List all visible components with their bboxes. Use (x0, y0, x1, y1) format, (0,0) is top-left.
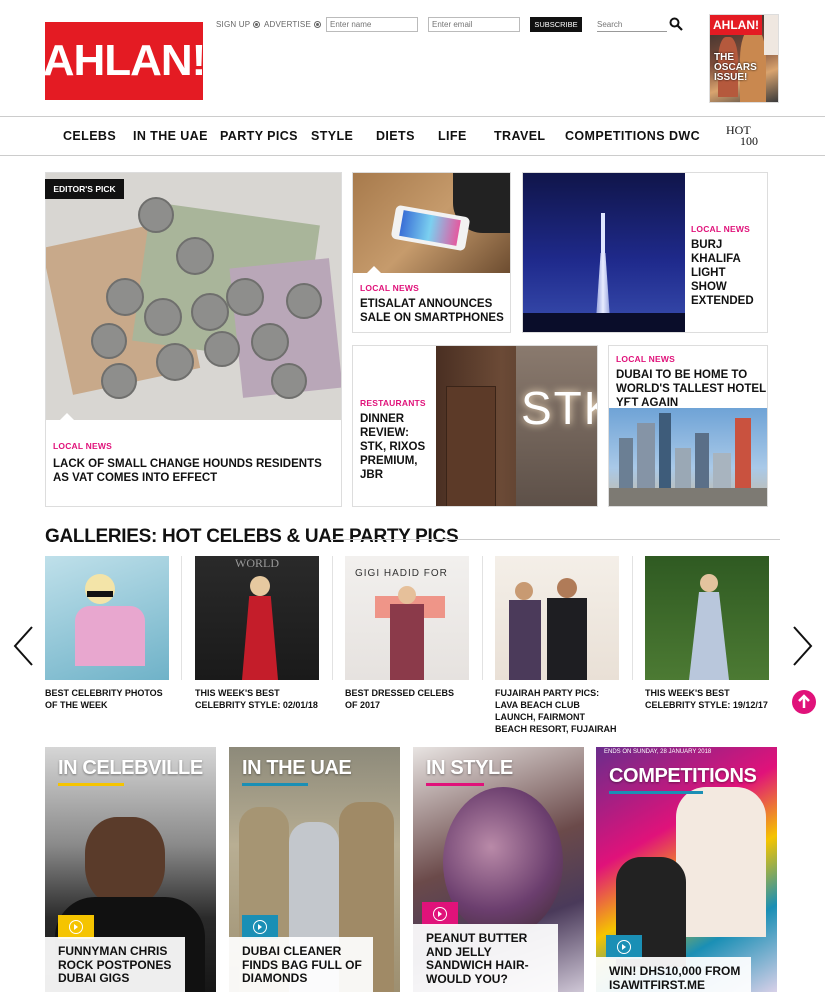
advertise-label[interactable]: ADVERTISE (264, 20, 311, 29)
gallery-prev-arrow-icon[interactable] (12, 625, 36, 667)
section-accent-bar (58, 783, 124, 786)
nav-competitions[interactable]: COMPETITIONS (565, 129, 665, 143)
gallery-item[interactable]: GIGI HADID FOR BEST DRESSED CELEBS OF 20… (345, 556, 469, 711)
story-card-vat[interactable]: LOCAL NEWS LACK OF SMALL CHANGE HOUNDS R… (45, 172, 342, 507)
play-icon[interactable] (58, 915, 94, 939)
gallery-image (645, 556, 769, 680)
section-accent-bar (609, 791, 703, 794)
section-title: IN THE UAE (242, 757, 352, 779)
advertise-link[interactable]: ADVERTISE (264, 20, 321, 29)
subscribe-button[interactable]: SUBSCRIBE (530, 17, 582, 32)
search-icon[interactable] (669, 17, 683, 31)
gallery-sign: GIGI HADID FOR (355, 568, 448, 579)
hot-number: 100 (740, 134, 758, 148)
story-category: LOCAL NEWS (53, 441, 112, 451)
section-accent-bar (242, 783, 308, 786)
arrow-circle-icon (253, 21, 261, 28)
name-input[interactable] (326, 17, 418, 32)
section-title: IN CELEBVILLE (58, 757, 203, 779)
story-category: LOCAL NEWS (691, 224, 750, 234)
nav-life[interactable]: LIFE (438, 129, 467, 143)
gallery-caption[interactable]: THIS WEEK'S BEST CELEBRITY STYLE: 02/01/… (195, 687, 319, 711)
gallery-image: WORLD (195, 556, 319, 680)
story-headline[interactable]: LACK OF SMALL CHANGE HOUNDS RESIDENTS AS… (53, 457, 333, 485)
section-celebville[interactable]: IN CELEBVILLE FUNNYMAN CHRIS ROCK POSTPO… (45, 747, 216, 992)
gallery-image (45, 556, 169, 680)
section-style[interactable]: IN STYLE PEANUT BUTTER AND JELLY SANDWIC… (413, 747, 584, 992)
nav-diets[interactable]: DIETS (376, 129, 415, 143)
gallery-caption[interactable]: BEST DRESSED CELEBS OF 2017 (345, 687, 469, 711)
signup-link[interactable]: SIGN UP (216, 20, 261, 29)
main-nav: CELEBS IN THE UAE PARTY PICS STYLE DIETS… (0, 116, 825, 156)
galleries-divider (330, 539, 780, 540)
story-category: RESTAURANTS (360, 398, 426, 408)
nav-travel[interactable]: TRAVEL (494, 129, 545, 143)
search-input[interactable] (597, 17, 667, 32)
play-icon[interactable] (606, 935, 642, 959)
gallery-item[interactable]: BEST CELEBRITY PHOTOS OF THE WEEK (45, 556, 169, 711)
story-image-phone (353, 173, 510, 273)
section-headline[interactable]: PEANUT BUTTER AND JELLY SANDWICH HAIR-WO… (413, 924, 558, 992)
story-image-stk: STK (436, 346, 597, 506)
magazine-cover[interactable]: AHLAN! THE OSCARS ISSUE! (709, 14, 779, 103)
nav-party-pics[interactable]: PARTY PICS (220, 129, 298, 143)
arrow-up-icon (798, 694, 810, 708)
story-image-skyline (609, 408, 767, 506)
section-uae[interactable]: IN THE UAE DUBAI CLEANER FINDS BAG FULL … (229, 747, 400, 992)
gallery-image (495, 556, 619, 680)
story-category: LOCAL NEWS (360, 283, 419, 293)
section-title: COMPETITIONS (609, 765, 757, 787)
gallery-item[interactable]: THIS WEEK'S BEST CELEBRITY STYLE: 19/12/… (645, 556, 769, 711)
section-headline[interactable]: WIN! DHS10,000 FROM ISAWITFIRST.ME (596, 957, 751, 992)
story-category: LOCAL NEWS (616, 354, 675, 364)
gallery-caption[interactable]: THIS WEEK'S BEST CELEBRITY STYLE: 19/12/… (645, 687, 769, 711)
editors-pick-badge: EDITOR'S PICK (45, 179, 124, 199)
nav-hot-100[interactable]: HOT 100 (726, 124, 758, 148)
nav-in-the-uae[interactable]: IN THE UAE (133, 129, 208, 143)
gallery-caption[interactable]: BEST CELEBRITY PHOTOS OF THE WEEK (45, 687, 169, 711)
signup-label[interactable]: SIGN UP (216, 20, 250, 29)
nav-style[interactable]: STYLE (311, 129, 353, 143)
cover-logo: AHLAN! (710, 15, 762, 35)
section-headline[interactable]: FUNNYMAN CHRIS ROCK POSTPONES DUBAI GIGS (45, 937, 185, 992)
story-card-etisalat[interactable]: LOCAL NEWS ETISALAT ANNOUNCES SALE ON SM… (352, 172, 511, 333)
section-headline[interactable]: DUBAI CLEANER FINDS BAG FULL OF DIAMONDS (229, 937, 373, 992)
galleries-title: GALLERIES: HOT CELEBS & UAE PARTY PICS (45, 526, 459, 547)
gallery-caption[interactable]: FUJAIRAH PARTY PICS: LAVA BEACH CLUB LAU… (495, 687, 619, 735)
story-image-burj (523, 173, 685, 332)
section-competitions[interactable]: ENDS ON SUNDAY, 28 JANUARY 2018 COMPETIT… (596, 747, 777, 992)
email-input[interactable] (428, 17, 520, 32)
story-headline[interactable]: ETISALAT ANNOUNCES SALE ON SMARTPHONES (360, 297, 505, 325)
play-icon[interactable] (422, 902, 458, 926)
gallery-item[interactable]: FUJAIRAH PARTY PICS: LAVA BEACH CLUB LAU… (495, 556, 619, 735)
nav-celebs[interactable]: CELEBS (63, 129, 116, 143)
play-icon[interactable] (242, 915, 278, 939)
story-image-coins (46, 173, 341, 420)
back-to-top-button[interactable] (792, 690, 816, 714)
story-headline[interactable]: DINNER REVIEW: STK, RIXOS PREMIUM, JBR (360, 412, 436, 482)
section-accent-bar (426, 783, 484, 786)
gallery-item[interactable]: WORLD THIS WEEK'S BEST CELEBRITY STYLE: … (195, 556, 319, 711)
cover-headline: THE OSCARS ISSUE! (714, 52, 757, 83)
arrow-circle-icon (314, 21, 321, 28)
stk-sign: STK (521, 382, 597, 434)
nav-dwc[interactable]: DWC (669, 129, 700, 143)
story-headline[interactable]: DUBAI TO BE HOME TO WORLD'S TALLEST HOTE… (616, 368, 766, 410)
gallery-sign: WORLD (235, 556, 279, 570)
story-headline[interactable]: BURJ KHALIFA LIGHT SHOW EXTENDED (691, 238, 763, 308)
competition-end-date: ENDS ON SUNDAY, 28 JANUARY 2018 (604, 749, 712, 755)
story-card-stk[interactable]: STK RESTAURANTS DINNER REVIEW: STK, RIXO… (352, 345, 598, 507)
section-title: IN STYLE (426, 757, 513, 779)
gallery-image: GIGI HADID FOR (345, 556, 469, 680)
story-card-burj[interactable]: LOCAL NEWS BURJ KHALIFA LIGHT SHOW EXTEN… (522, 172, 768, 333)
story-card-hotel[interactable]: LOCAL NEWS DUBAI TO BE HOME TO WORLD'S T… (608, 345, 768, 507)
site-logo[interactable]: AHLAN! (43, 22, 206, 100)
gallery-next-arrow-icon[interactable] (790, 625, 814, 667)
